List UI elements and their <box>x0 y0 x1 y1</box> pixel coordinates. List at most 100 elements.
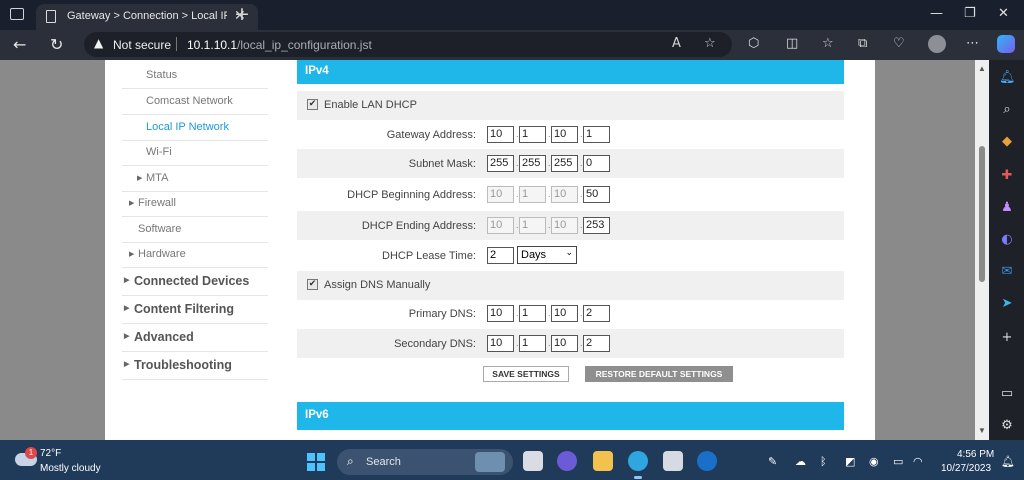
lease-unit-value: Days <box>521 249 547 261</box>
primary-dns-octet-1[interactable]: 10 <box>487 305 514 322</box>
subnet-mask-label: Subnet Mask: <box>408 158 476 170</box>
subnet-octet-3[interactable]: 255 <box>551 155 578 172</box>
display-icon[interactable]: ▭ <box>893 455 903 468</box>
cloud-tray-icon[interactable]: ☁ <box>795 455 806 468</box>
scrollbar-thumb[interactable] <box>979 146 985 282</box>
search-icon[interactable]: ⌕ <box>999 102 1015 118</box>
outlook-icon[interactable]: ✉ <box>999 264 1015 280</box>
refresh-icon[interactable]: ↻ <box>50 35 63 54</box>
weather-badge: 1 <box>25 447 37 459</box>
weather-temperature[interactable]: 72°F <box>40 448 61 459</box>
file-explorer-icon[interactable] <box>593 451 613 471</box>
health-icon[interactable]: ♡ <box>893 36 905 51</box>
restore-icon[interactable]: ❐ <box>964 6 976 21</box>
edge-sidebar: 🔔︎ ⌕ ◆ ✚ ♟ ◐ ✉ ➤ + ▭ ⚙ <box>989 60 1024 440</box>
nav-wifi[interactable]: Wi-Fi <box>122 140 268 166</box>
nav-hardware[interactable]: ▶ Hardware <box>122 242 268 268</box>
address-bar[interactable]: ▲ Not secure 10.1.10.1/local_ip_configur… <box>84 32 732 57</box>
primary-dns-octet-3[interactable]: 10 <box>551 305 578 322</box>
close-window-icon[interactable]: ✕ <box>998 6 1009 21</box>
nav-comcast-network[interactable]: Comcast Network <box>122 89 268 115</box>
taskbar-search[interactable]: ⌕ Search <box>337 449 513 475</box>
edge-icon[interactable] <box>628 451 648 479</box>
nav-software[interactable]: Software <box>122 217 268 243</box>
send-icon[interactable]: ➤ <box>999 296 1015 312</box>
profile-avatar[interactable] <box>928 35 946 53</box>
secondary-dns-octet-3[interactable]: 10 <box>551 335 578 352</box>
split-screen-icon[interactable]: ◫ <box>786 36 798 51</box>
nav-troubleshooting[interactable]: ▶ Troubleshooting <box>122 352 268 380</box>
favorites-icon[interactable]: ☆ <box>822 36 834 51</box>
new-tab-button[interactable]: + <box>234 3 250 25</box>
add-icon[interactable]: + <box>999 330 1015 346</box>
save-settings-button[interactable]: SAVE SETTINGS <box>483 366 569 382</box>
scroll-down-icon[interactable]: ▼ <box>978 426 986 435</box>
nav-connected-devices[interactable]: ▶ Connected Devices <box>122 268 268 296</box>
network-tool-icon[interactable]: ✎ <box>768 455 777 468</box>
expand-arrow-icon: ▶ <box>124 361 130 368</box>
read-aloud-icon[interactable]: A <box>672 36 681 51</box>
secondary-dns-octet-4[interactable]: 2 <box>583 335 610 352</box>
gateway-octet-4[interactable]: 1 <box>583 126 610 143</box>
minimize-icon[interactable]: — <box>930 6 943 21</box>
address-divider <box>176 37 177 51</box>
chat-icon[interactable] <box>557 451 577 471</box>
primary-dns-octet-2[interactable]: 1 <box>519 305 546 322</box>
browser-tab[interactable]: Gateway > Connection > Local IP ✕ <box>36 4 258 30</box>
favorite-star-icon[interactable]: ☆ <box>704 36 716 51</box>
copilot-icon[interactable] <box>997 35 1015 53</box>
warning-icon[interactable]: ▲ <box>94 36 103 50</box>
collections-icon[interactable]: ⧉ <box>858 36 867 51</box>
notification-bell-icon[interactable]: 🔔︎ <box>1001 455 1015 468</box>
settings-icon[interactable]: ⚙ <box>999 418 1015 434</box>
page-scrollbar[interactable]: ▲ ▼ <box>975 60 989 440</box>
copilot-sidebar-icon[interactable]: ◐ <box>999 232 1015 248</box>
clock-time[interactable]: 4:56 PM <box>957 449 994 460</box>
secondary-dns-octet-1[interactable]: 10 <box>487 335 514 352</box>
more-menu-icon[interactable]: ⋯ <box>966 36 979 51</box>
nav-firewall[interactable]: ▶ Firewall <box>122 191 268 217</box>
shopping-icon[interactable]: ◆ <box>999 134 1015 150</box>
back-icon[interactable]: ← <box>13 35 26 54</box>
url-text[interactable]: 10.1.10.1/local_ip_configuration.jst <box>187 38 372 52</box>
tools-icon[interactable]: ✚ <box>999 168 1015 184</box>
tab-actions-icon[interactable] <box>10 8 24 20</box>
lease-time-input[interactable]: 2 <box>487 247 514 264</box>
page-viewport: Status Comcast Network Local IP Network … <box>0 60 975 440</box>
gateway-octet-3[interactable]: 10 <box>551 126 578 143</box>
nav-local-ip-network[interactable]: Local IP Network <box>122 115 268 141</box>
games-icon[interactable]: ♟ <box>999 200 1015 216</box>
dhcp-end-octet-4[interactable]: 253 <box>583 217 610 234</box>
weather-description[interactable]: Mostly cloudy <box>40 463 101 474</box>
nav-content-filtering[interactable]: ▶ Content Filtering <box>122 296 268 324</box>
assign-dns-checkbox[interactable]: ✔ <box>307 279 318 290</box>
enable-lan-dhcp-checkbox[interactable]: ✔ <box>307 99 318 110</box>
wifi-icon[interactable]: ◠ <box>913 455 923 468</box>
nav-status[interactable]: Status <box>122 63 268 89</box>
vpn-icon[interactable]: ◉ <box>869 455 879 468</box>
dell-icon[interactable] <box>697 451 717 471</box>
restore-default-settings-button[interactable]: RESTORE DEFAULT SETTINGS <box>585 366 733 382</box>
gateway-octet-2[interactable]: 1 <box>519 126 546 143</box>
start-button[interactable] <box>307 453 325 471</box>
subnet-octet-1[interactable]: 255 <box>487 155 514 172</box>
gateway-octet-1[interactable]: 10 <box>487 126 514 143</box>
bell-icon[interactable]: 🔔︎ <box>999 70 1016 86</box>
nav-mta[interactable]: ▶ MTA <box>122 166 268 192</box>
extensions-icon[interactable]: ⬡ <box>748 36 759 51</box>
dhcp-begin-octet-4[interactable]: 50 <box>583 186 610 203</box>
nav-advanced[interactable]: ▶ Advanced <box>122 324 268 352</box>
not-secure-label[interactable]: Not secure <box>113 38 171 52</box>
lease-unit-select[interactable]: Days ⌄ <box>517 246 577 264</box>
hide-sidebar-icon[interactable]: ▭ <box>999 386 1015 402</box>
primary-dns-octet-4[interactable]: 2 <box>583 305 610 322</box>
scroll-up-icon[interactable]: ▲ <box>978 64 986 73</box>
secondary-dns-octet-2[interactable]: 1 <box>519 335 546 352</box>
clock-date[interactable]: 10/27/2023 <box>941 463 991 474</box>
bluetooth-icon[interactable]: ᛒ <box>820 455 827 468</box>
task-view-icon[interactable] <box>523 451 543 471</box>
store-icon[interactable] <box>663 451 683 471</box>
subnet-octet-4[interactable]: 0 <box>583 155 610 172</box>
security-icon[interactable]: ◩ <box>845 455 855 468</box>
subnet-octet-2[interactable]: 255 <box>519 155 546 172</box>
